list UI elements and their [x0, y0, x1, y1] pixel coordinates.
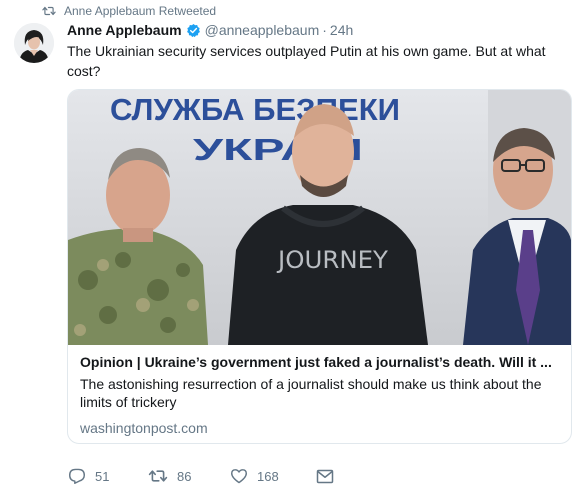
direct-message-button[interactable]: [316, 469, 346, 484]
image-shirt-text: JOURNEY: [276, 246, 388, 274]
card-image[interactable]: СЛУЖБА БЕЗПЕКИ УКРАЇН JOURNEY: [68, 90, 571, 345]
like-button[interactable]: 168: [230, 468, 316, 484]
avatar[interactable]: [14, 23, 54, 63]
retweet-context-text[interactable]: Anne Applebaum Retweeted: [64, 4, 216, 18]
reply-icon: [68, 468, 85, 484]
verified-badge-icon: [186, 23, 200, 37]
card-body[interactable]: Opinion | Ukraine’s government just fake…: [80, 352, 565, 437]
retweet-icon: [42, 6, 56, 16]
tweet-header: Anne Applebaum @anneapplebaum · 24h: [67, 21, 353, 39]
link-card[interactable]: СЛУЖБА БЕЗПЕКИ УКРАЇН JOURNEY Opinion | …: [67, 89, 572, 444]
tweet-actions: 51 86 168: [68, 466, 346, 486]
retweet-button[interactable]: 86: [148, 468, 230, 484]
reply-button[interactable]: 51: [68, 468, 148, 484]
separator-dot: ·: [322, 22, 327, 38]
tweet-text: The Ukrainian security services outplaye…: [67, 43, 546, 79]
retweet-count: 86: [177, 468, 192, 484]
tweet-timestamp[interactable]: 24h: [330, 22, 353, 38]
image-sign-line1: СЛУЖБА БЕЗПЕКИ: [110, 92, 400, 127]
retweet-icon: [148, 470, 168, 482]
envelope-icon: [316, 469, 334, 483]
avatar-photo: [14, 23, 54, 63]
card-title[interactable]: Opinion | Ukraine’s government just fake…: [80, 352, 565, 372]
heart-icon: [231, 469, 247, 484]
author-handle[interactable]: @anneapplebaum: [205, 22, 320, 38]
like-count: 168: [257, 468, 279, 484]
retweet-context: Anne Applebaum Retweeted: [42, 4, 216, 18]
tweet[interactable]: Anne Applebaum Retweeted Anne Applebaum …: [0, 0, 577, 487]
card-domain: washingtonpost.com: [80, 420, 208, 436]
author-name[interactable]: Anne Applebaum: [67, 22, 182, 38]
reply-count: 51: [95, 468, 110, 484]
card-description: The astonishing resurrection of a journa…: [80, 376, 542, 410]
